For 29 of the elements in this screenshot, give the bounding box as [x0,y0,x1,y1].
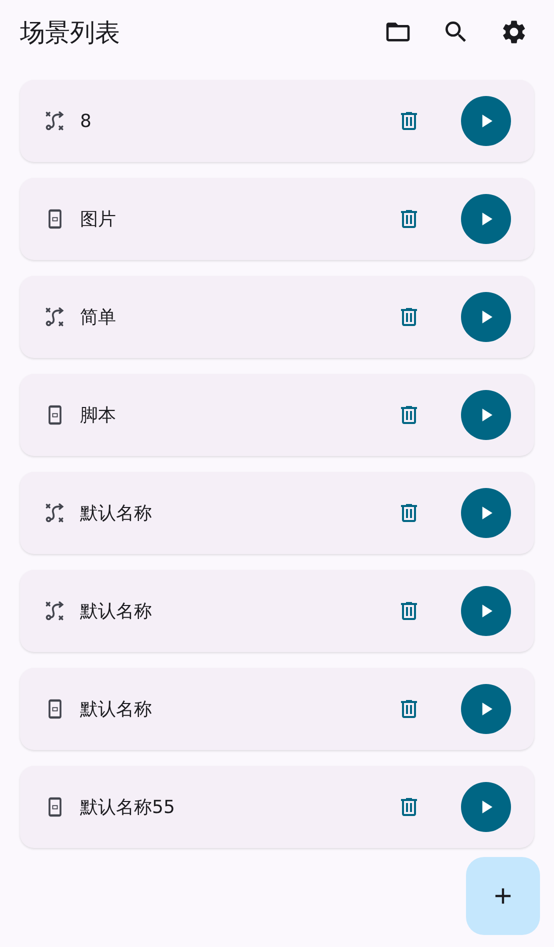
play-button[interactable] [461,390,511,440]
scene-name: 图片 [80,208,117,231]
scene-name: 默认名称 [80,698,153,721]
scene-card[interactable]: 图片 [20,178,534,260]
route-icon [44,502,66,524]
scene-card[interactable]: 默认名称 [20,570,534,652]
play-button[interactable] [461,194,511,244]
play-button[interactable] [461,292,511,342]
scene-card[interactable]: 默认名称55 [20,766,534,848]
route-icon [44,110,66,132]
scene-card[interactable]: 8 [20,80,534,162]
route-icon [44,600,66,622]
scene-card[interactable]: 简单 [20,276,534,358]
play-button[interactable] [461,684,511,734]
play-button[interactable] [461,586,511,636]
play-button[interactable] [461,782,511,832]
play-button[interactable] [461,488,511,538]
scene-name: 默认名称 [80,502,153,525]
scene-card[interactable]: 脚本 [20,374,534,456]
scene-card[interactable]: 默认名称 [20,668,534,750]
play-button[interactable] [461,96,511,146]
scene-name: 默认名称 [80,600,153,623]
screen-title: 场景列表 [20,16,121,48]
scene-name: 脚本 [80,404,117,427]
scene-name: 8 [80,110,92,132]
scene-card[interactable]: 默认名称 [20,472,534,554]
scene-name: 默认名称55 [80,796,176,819]
route-icon [44,306,66,328]
scene-name: 简单 [80,306,117,329]
